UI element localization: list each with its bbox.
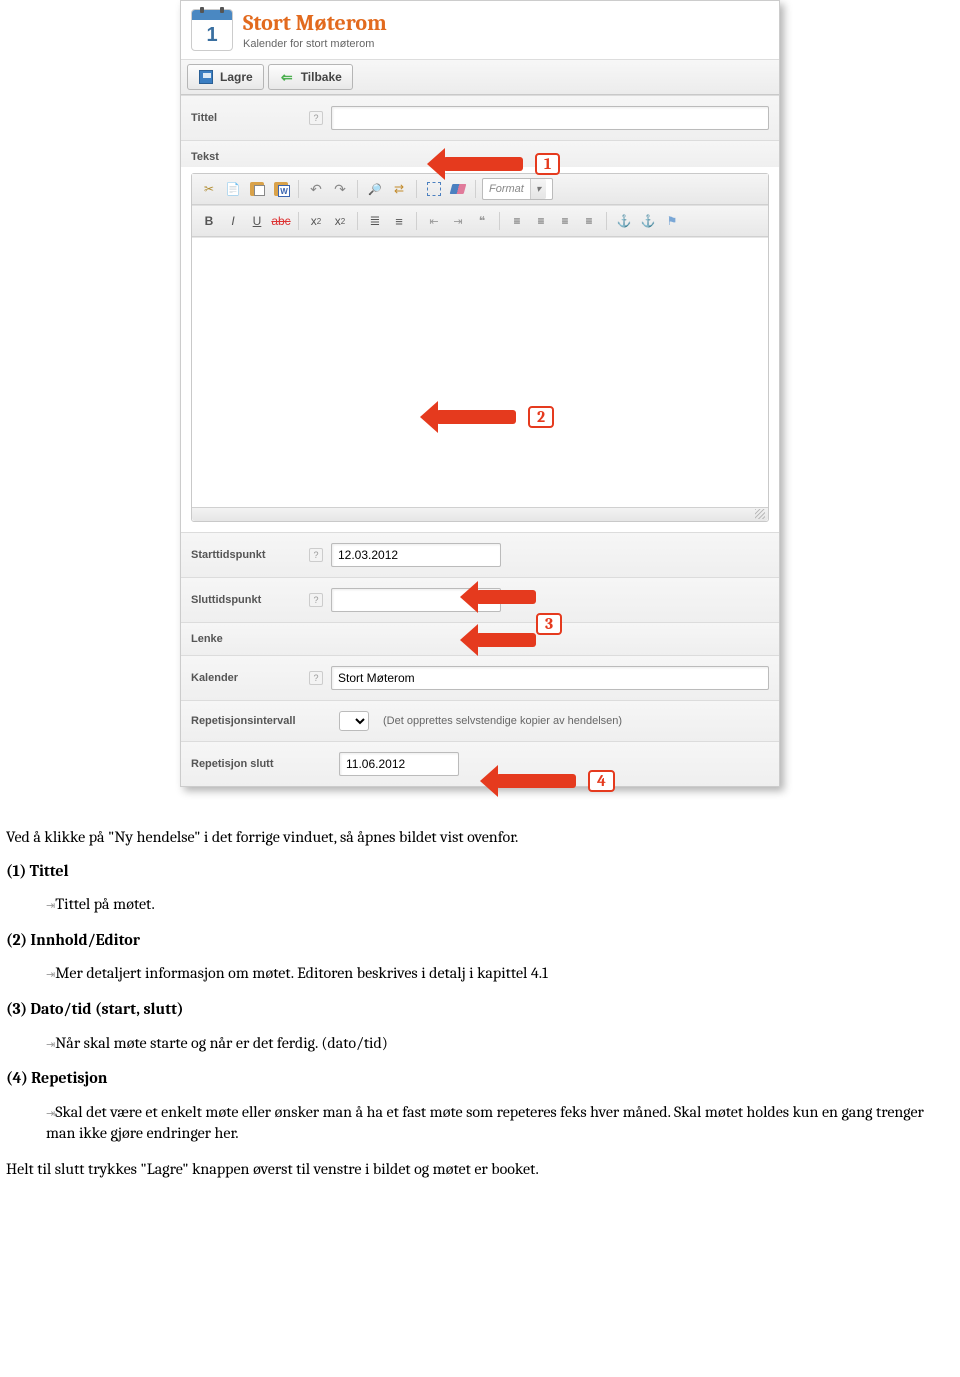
italic-button[interactable]: I — [222, 210, 244, 232]
rich-text-editor: Format ▾ B I U abc x2 x2 — [191, 173, 769, 522]
text-row: Tekst Format ▾ — [181, 140, 779, 532]
align-center-button[interactable] — [530, 210, 552, 232]
section-2-title: (2) Innhold/Editor — [6, 930, 954, 952]
end-time-row: Sluttidspunkt ? — [181, 577, 779, 622]
paste-word-button[interactable] — [270, 178, 292, 200]
indent-button[interactable] — [447, 210, 469, 232]
align-right-button[interactable] — [554, 210, 576, 232]
underline-button[interactable]: U — [246, 210, 268, 232]
strike-button[interactable]: abc — [270, 210, 292, 232]
outdent-button[interactable] — [423, 210, 445, 232]
repeat-interval-row: Repetisjonsintervall (Det opprettes selv… — [181, 700, 779, 741]
remove-format-button[interactable] — [447, 178, 469, 200]
section-3-body: Når skal møte starte og når er det ferdi… — [46, 1033, 954, 1055]
link-row: Lenke — [181, 622, 779, 655]
calendar-label: Kalender — [191, 672, 301, 684]
editor-toolbar-1: Format ▾ — [192, 174, 768, 205]
bold-button[interactable]: B — [198, 210, 220, 232]
chevron-down-icon: ▾ — [530, 179, 546, 199]
superscript-button[interactable]: x2 — [329, 210, 351, 232]
paste-button[interactable] — [246, 178, 268, 200]
title-label: Tittel — [191, 112, 301, 124]
find-button[interactable] — [364, 178, 386, 200]
calendar-row: Kalender ? — [181, 655, 779, 700]
editor-body[interactable] — [192, 237, 768, 507]
copy-button[interactable] — [222, 178, 244, 200]
section-2-body: Mer detaljert informasjon om møtet. Edit… — [46, 963, 954, 985]
back-button[interactable]: ⇐ Tilbake — [268, 64, 353, 90]
select-all-button[interactable] — [423, 178, 445, 200]
replace-button[interactable] — [388, 178, 410, 200]
section-1-title: (1) Tittel — [6, 861, 954, 883]
text-label: Tekst — [191, 151, 219, 163]
bulleted-list-button[interactable] — [388, 210, 410, 232]
section-3-title: (3) Dato/tid (start, slutt) — [6, 999, 954, 1021]
title-row: Tittel ? — [181, 95, 779, 140]
start-time-row: Starttidspunkt ? — [181, 532, 779, 577]
calendar-icon: 1 — [191, 9, 233, 51]
repeat-interval-label: Repetisjonsintervall — [191, 715, 331, 727]
document-description: Ved å klikke på "Ny hendelse" i det forr… — [0, 817, 960, 1233]
section-4-body: Skal det være et enkelt møte eller ønske… — [46, 1102, 954, 1145]
outro-text: Helt til slutt trykkes "Lagre" knappen ø… — [6, 1159, 954, 1181]
start-time-input[interactable] — [331, 543, 501, 567]
numbered-list-button[interactable] — [364, 210, 386, 232]
repeat-end-row: Repetisjon slutt — [181, 741, 779, 786]
redo-button[interactable] — [329, 178, 351, 200]
repeat-end-label: Repetisjon slutt — [191, 758, 331, 770]
title-input[interactable] — [331, 106, 769, 130]
back-icon: ⇐ — [279, 69, 295, 85]
format-dropdown[interactable]: Format ▾ — [482, 178, 553, 200]
align-left-button[interactable] — [506, 210, 528, 232]
end-time-label: Sluttidspunkt — [191, 594, 301, 606]
blockquote-button[interactable] — [471, 210, 493, 232]
save-icon — [198, 69, 214, 85]
help-icon[interactable]: ? — [309, 548, 323, 562]
anchor-button[interactable] — [661, 210, 683, 232]
screenshot-panel: 1 Stort Møterom Kalender for stort møter… — [180, 0, 780, 787]
page-header: 1 Stort Møterom Kalender for stort møter… — [181, 1, 779, 59]
end-time-input[interactable] — [331, 588, 501, 612]
help-icon[interactable]: ? — [309, 593, 323, 607]
link-label: Lenke — [191, 633, 301, 645]
page-title: Stort Møterom — [243, 10, 387, 36]
subscript-button[interactable]: x2 — [305, 210, 327, 232]
page-subtitle: Kalender for stort møterom — [243, 38, 387, 50]
save-button[interactable]: Lagre — [187, 64, 264, 90]
section-1-body: Tittel på møtet. — [46, 894, 954, 916]
repeat-interval-select[interactable] — [339, 711, 369, 731]
repeat-interval-hint: (Det opprettes selvstendige kopier av he… — [383, 715, 622, 727]
undo-button[interactable] — [305, 178, 327, 200]
intro-text: Ved å klikke på "Ny hendelse" i det forr… — [6, 827, 954, 849]
editor-toolbar-2: B I U abc x2 x2 — [192, 205, 768, 237]
help-icon[interactable]: ? — [309, 111, 323, 125]
editor-resize-handle[interactable] — [192, 507, 768, 521]
calendar-input[interactable] — [331, 666, 769, 690]
unlink-button[interactable] — [637, 210, 659, 232]
link-button[interactable] — [613, 210, 635, 232]
cut-button[interactable] — [198, 178, 220, 200]
align-justify-button[interactable] — [578, 210, 600, 232]
start-time-label: Starttidspunkt — [191, 549, 301, 561]
repeat-end-input[interactable] — [339, 752, 459, 776]
section-4-title: (4) Repetisjon — [6, 1068, 954, 1090]
help-icon[interactable]: ? — [309, 671, 323, 685]
action-toolbar: Lagre ⇐ Tilbake — [181, 59, 779, 95]
